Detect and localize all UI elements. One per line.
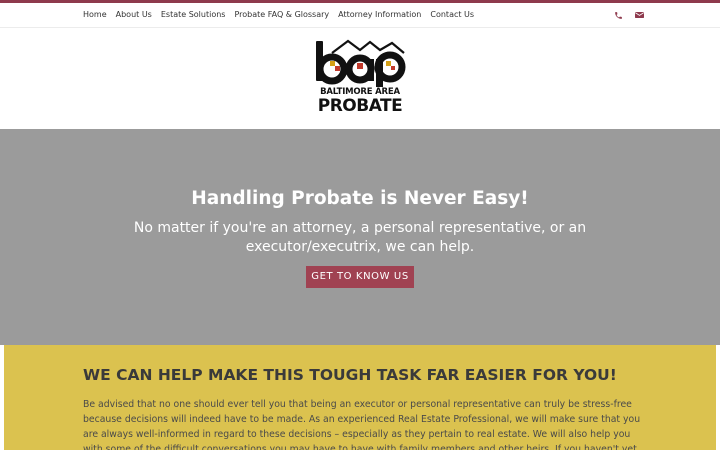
site-header: BALTIMORE AREA PROBATE [0, 29, 720, 129]
nav-link-estate-solutions[interactable]: Estate Solutions [161, 10, 226, 19]
envelope-icon[interactable] [633, 9, 645, 21]
section-body: Be advised that no one should ever tell … [83, 399, 641, 450]
contact-icons [612, 9, 645, 21]
site-logo[interactable]: BALTIMORE AREA PROBATE [310, 37, 410, 121]
logo-graphic [316, 39, 406, 87]
nav-link-about-us[interactable]: About Us [116, 10, 152, 19]
hero-title: Handling Probate is Never Easy! [191, 188, 529, 209]
nav-links: Home About Us Estate Solutions Probate F… [83, 10, 474, 19]
intro-section: WE CAN HELP MAKE THIS TOUGH TASK FAR EAS… [4, 345, 716, 450]
logo-text-probate: PROBATE [317, 96, 403, 116]
nav-link-probate-faq[interactable]: Probate FAQ & Glossary [234, 10, 329, 19]
hero-subtitle: No matter if you're an attorney, a perso… [133, 220, 587, 255]
top-navigation: Home About Us Estate Solutions Probate F… [0, 3, 720, 28]
get-to-know-us-button[interactable]: GET TO KNOW US [306, 266, 414, 288]
phone-icon[interactable] [612, 9, 624, 21]
nav-link-attorney-information[interactable]: Attorney Information [338, 10, 421, 19]
hero-banner: Handling Probate is Never Easy! No matte… [0, 129, 720, 345]
nav-link-home[interactable]: Home [83, 10, 107, 19]
section-title: WE CAN HELP MAKE THIS TOUGH TASK FAR EAS… [83, 366, 617, 384]
nav-link-contact-us[interactable]: Contact Us [430, 10, 474, 19]
